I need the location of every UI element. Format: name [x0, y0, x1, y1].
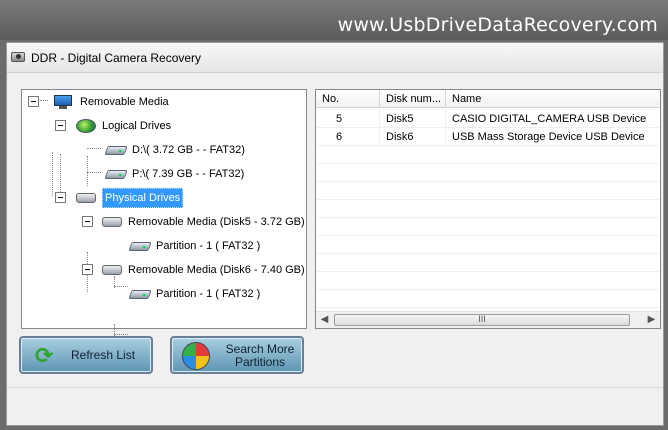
- disc-icon: [76, 119, 96, 133]
- window-title: DDR - Digital Camera Recovery: [31, 51, 202, 65]
- expander-physical-drives[interactable]: [55, 192, 66, 203]
- tree-node-label: Physical Drives: [102, 188, 184, 208]
- empty-row: [316, 200, 660, 218]
- tree-node-disk6[interactable]: Removable Media (Disk6 - 7.40 GB): [102, 260, 305, 280]
- monitor-icon: [54, 95, 72, 109]
- scroll-right-icon[interactable]: ▶: [643, 312, 660, 328]
- tree-node-drive-d[interactable]: D:\( 3.72 GB - - FAT32): [104, 140, 245, 160]
- tree-node-logical-drives[interactable]: Logical Drives: [76, 116, 171, 136]
- tree-node-disk6-partition[interactable]: Partition - 1 ( FAT32 ): [128, 284, 261, 304]
- drive-tree[interactable]: Removable Media Logical Drives D:\( 3.72…: [21, 89, 307, 336]
- cell-disk: Disk5: [380, 110, 446, 128]
- tree-node-label: Logical Drives: [102, 120, 172, 132]
- table-header: No. Disk num... Name: [316, 90, 660, 108]
- empty-row: [316, 218, 660, 236]
- empty-row: [316, 254, 660, 272]
- empty-row: [316, 164, 660, 182]
- empty-row: [316, 182, 660, 200]
- status-bar: [7, 387, 663, 425]
- cell-name: USB Mass Storage Device USB Device: [446, 128, 660, 146]
- tree-node-disk5[interactable]: Removable Media (Disk5 - 3.72 GB): [102, 212, 305, 232]
- hdd-icon: [76, 193, 96, 203]
- refresh-icon: ⟳: [35, 343, 54, 368]
- scroll-thumb[interactable]: III: [334, 314, 630, 326]
- website-banner: www.UsbDriveDataRecovery.com: [0, 0, 668, 40]
- tree-node-drive-p[interactable]: P:\( 7.39 GB - - FAT32): [104, 164, 245, 184]
- scroll-grip: III: [478, 314, 486, 324]
- tree-node-label: D:\( 3.72 GB - - FAT32): [132, 144, 245, 156]
- app-window: DDR - Digital Camera Recovery Removable …: [6, 42, 664, 426]
- tree-node-label: Partition - 1 ( FAT32 ): [156, 288, 261, 300]
- drive-icon: [128, 241, 152, 251]
- scroll-left-icon[interactable]: ◀: [316, 312, 333, 328]
- disk-table: No. Disk num... Name 5 Disk5 CASIO DIGIT…: [315, 89, 661, 329]
- hdd-icon: [102, 265, 122, 275]
- expander-removable-media[interactable]: [28, 96, 39, 107]
- expander-disk6[interactable]: [82, 264, 93, 275]
- empty-row: [316, 290, 660, 308]
- refresh-list-label: Refresh List: [71, 348, 136, 362]
- empty-row: [316, 146, 660, 164]
- tree-node-label: Removable Media: [80, 96, 169, 108]
- horizontal-scrollbar[interactable]: ◀ III ▶: [316, 311, 660, 328]
- tree-node-label: P:\( 7.39 GB - - FAT32): [132, 168, 245, 180]
- cell-disk: Disk6: [380, 128, 446, 146]
- tree-node-removable-media[interactable]: Removable Media: [54, 92, 169, 112]
- tree-node-physical-drives[interactable]: Physical Drives: [76, 188, 184, 208]
- website-url: www.UsbDriveDataRecovery.com: [337, 14, 658, 36]
- cell-no: 5: [316, 110, 380, 128]
- refresh-list-button[interactable]: ⟳ Refresh List: [19, 336, 153, 374]
- tree-node-disk5-partition[interactable]: Partition - 1 ( FAT32 ): [128, 236, 261, 256]
- pie-chart-icon: [182, 342, 210, 370]
- drive-icon: [104, 169, 128, 179]
- column-header-no[interactable]: No.: [316, 90, 380, 108]
- title-bar: DDR - Digital Camera Recovery: [7, 43, 663, 73]
- drive-icon: [104, 145, 128, 155]
- hdd-icon: [102, 217, 122, 227]
- column-header-disk-number[interactable]: Disk num...: [380, 90, 446, 108]
- table-row[interactable]: 5 Disk5 CASIO DIGITAL_CAMERA USB Device: [316, 110, 660, 128]
- column-header-name[interactable]: Name: [446, 90, 660, 108]
- search-more-partitions-button[interactable]: Search More Partitions: [170, 336, 304, 374]
- empty-row: [316, 236, 660, 254]
- empty-row: [316, 272, 660, 290]
- table-row[interactable]: 6 Disk6 USB Mass Storage Device USB Devi…: [316, 128, 660, 146]
- camera-icon: [11, 52, 25, 62]
- expander-logical-drives[interactable]: [55, 120, 66, 131]
- tree-node-label: Removable Media (Disk5 - 3.72 GB): [128, 216, 305, 228]
- drive-icon: [128, 289, 152, 299]
- partitions-label: Partitions: [234, 355, 286, 369]
- tree-node-label: Partition - 1 ( FAT32 ): [156, 240, 261, 252]
- tree-node-label: Removable Media (Disk6 - 7.40 GB): [128, 264, 305, 276]
- cell-no: 6: [316, 128, 380, 146]
- expander-disk5[interactable]: [82, 216, 93, 227]
- cell-name: CASIO DIGITAL_CAMERA USB Device: [446, 110, 660, 128]
